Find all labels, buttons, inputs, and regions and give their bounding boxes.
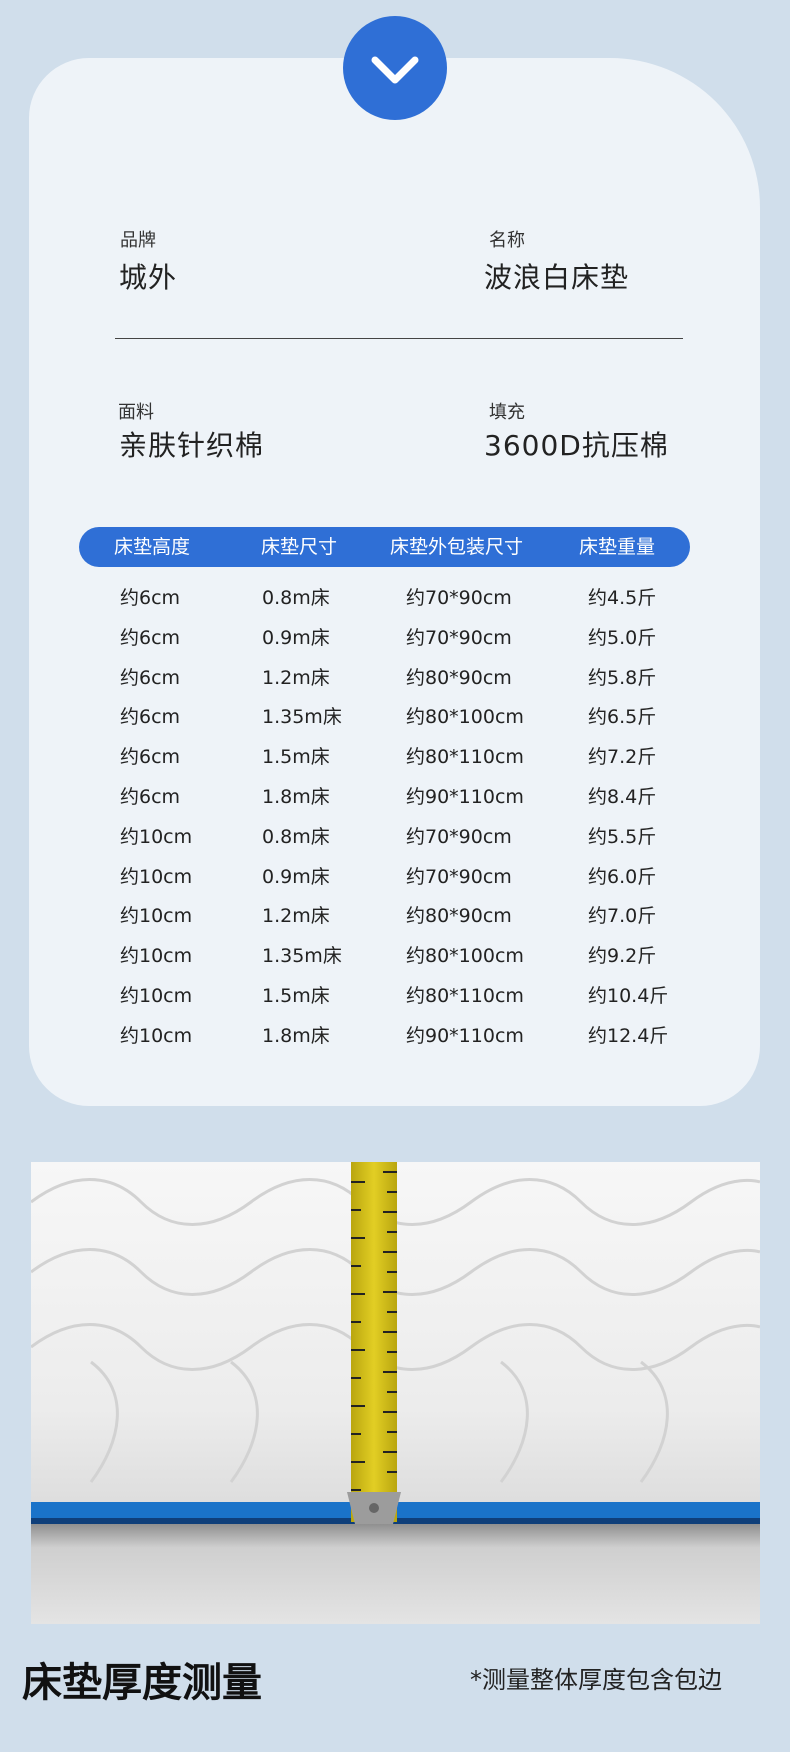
mattress-thickness-photo	[31, 1162, 760, 1624]
cell-height: 约10cm	[120, 865, 193, 888]
cell-height: 约10cm	[120, 1024, 193, 1047]
cell-weight: 约5.5斤	[588, 825, 657, 848]
cell-package: 约80*100cm	[406, 706, 524, 729]
caption-title: 床垫厚度测量	[22, 1660, 262, 1706]
cell-weight: 约8.4斤	[588, 785, 657, 808]
cell-package: 约70*90cm	[406, 865, 512, 888]
cell-size: 1.35m床	[262, 945, 342, 968]
cell-weight: 约4.5斤	[588, 587, 657, 609]
header-package-size: 床垫外包装尺寸	[390, 536, 524, 558]
cell-size: 1.8m床	[262, 785, 330, 808]
cell-package: 约90*110cm	[406, 1024, 524, 1047]
cell-weight: 约12.4斤	[588, 1024, 669, 1047]
header-size: 床垫尺寸	[261, 536, 338, 558]
cell-package: 约70*90cm	[406, 825, 512, 848]
cell-size: 0.8m床	[262, 587, 330, 609]
cell-height: 约10cm	[120, 905, 193, 928]
cell-height: 约6cm	[120, 746, 181, 769]
cell-package: 约80*110cm	[406, 984, 524, 1007]
cell-size: 0.9m床	[262, 626, 330, 649]
table-row: 约10cm 1.35m床 约80*100cm 约9.2斤	[0, 936, 790, 976]
cell-size: 1.35m床	[262, 706, 342, 729]
cell-package: 约80*100cm	[406, 945, 524, 968]
cell-size: 0.9m床	[262, 865, 330, 888]
header-height: 床垫高度	[114, 536, 191, 558]
table-row: 约10cm 1.5m床 约80*110cm 约10.4斤	[0, 976, 790, 1016]
cell-weight: 约5.8斤	[588, 666, 657, 689]
table-row: 约10cm 1.8m床 约90*110cm 约12.4斤	[0, 1016, 790, 1056]
cell-size: 1.5m床	[262, 984, 330, 1007]
cell-package: 约70*90cm	[406, 587, 512, 609]
size-table-header: 床垫高度 床垫尺寸 床垫外包装尺寸 床垫重量	[79, 527, 690, 567]
cell-height: 约10cm	[120, 984, 193, 1007]
cell-height: 约6cm	[120, 706, 181, 729]
brand-label: 品牌	[120, 230, 156, 251]
cell-weight: 约9.2斤	[588, 945, 657, 968]
table-row: 约6cm 0.8m床 约70*90cm 约4.5斤	[0, 578, 790, 618]
caption-note: *测量整体厚度包含包边	[470, 1666, 722, 1694]
cell-height: 约6cm	[120, 587, 181, 609]
cell-height: 约10cm	[120, 945, 193, 968]
cell-package: 约80*90cm	[406, 905, 512, 928]
table-row: 约6cm 1.8m床 约90*110cm 约8.4斤	[0, 777, 790, 817]
name-label: 名称	[489, 230, 525, 251]
cell-size: 1.2m床	[262, 905, 330, 928]
cell-size: 1.5m床	[262, 746, 330, 769]
table-row: 约6cm 1.35m床 约80*100cm 约6.5斤	[0, 697, 790, 737]
cell-package: 约90*110cm	[406, 785, 524, 808]
table-row: 约10cm 1.2m床 约80*90cm 约7.0斤	[0, 896, 790, 936]
chevron-down-icon	[343, 16, 447, 120]
cell-height: 约10cm	[120, 825, 193, 848]
fabric-value: 亲肤针织棉	[119, 429, 265, 462]
cell-weight: 约10.4斤	[588, 984, 669, 1007]
name-value: 波浪白床垫	[484, 261, 630, 294]
table-row: 约10cm 0.8m床 约70*90cm 约5.5斤	[0, 817, 790, 857]
cell-weight: 约6.5斤	[588, 706, 657, 729]
spec-divider	[115, 338, 683, 339]
table-row: 约6cm 1.2m床 约80*90cm 约5.8斤	[0, 658, 790, 698]
filling-value: 3600D抗压棉	[484, 429, 669, 462]
cell-package: 约80*90cm	[406, 666, 512, 689]
brand-value: 城外	[119, 261, 178, 294]
cell-size: 1.8m床	[262, 1024, 330, 1047]
cell-weight: 约7.0斤	[588, 905, 657, 928]
cell-size: 0.8m床	[262, 825, 330, 848]
size-table-body: 约6cm 0.8m床 约70*90cm 约4.5斤 约6cm 0.9m床 约70*90cm…	[0, 578, 790, 1056]
table-row: 约10cm 0.9m床 约70*90cm 约6.0斤	[0, 857, 790, 897]
table-row: 约6cm 0.9m床 约70*90cm 约5.0斤	[0, 618, 790, 658]
cell-height: 约6cm	[120, 785, 181, 808]
header-weight: 床垫重量	[579, 536, 656, 558]
cell-package: 约70*90cm	[406, 626, 512, 649]
cell-package: 约80*110cm	[406, 746, 524, 769]
cell-weight: 约5.0斤	[588, 626, 657, 649]
cell-size: 1.2m床	[262, 666, 330, 689]
cell-weight: 约6.0斤	[588, 865, 657, 888]
cell-height: 约6cm	[120, 626, 181, 649]
fabric-label: 面料	[118, 402, 154, 423]
cell-weight: 约7.2斤	[588, 746, 657, 769]
filling-label: 填充	[489, 402, 525, 423]
cell-height: 约6cm	[120, 666, 181, 689]
table-row: 约6cm 1.5m床 约80*110cm 约7.2斤	[0, 737, 790, 777]
